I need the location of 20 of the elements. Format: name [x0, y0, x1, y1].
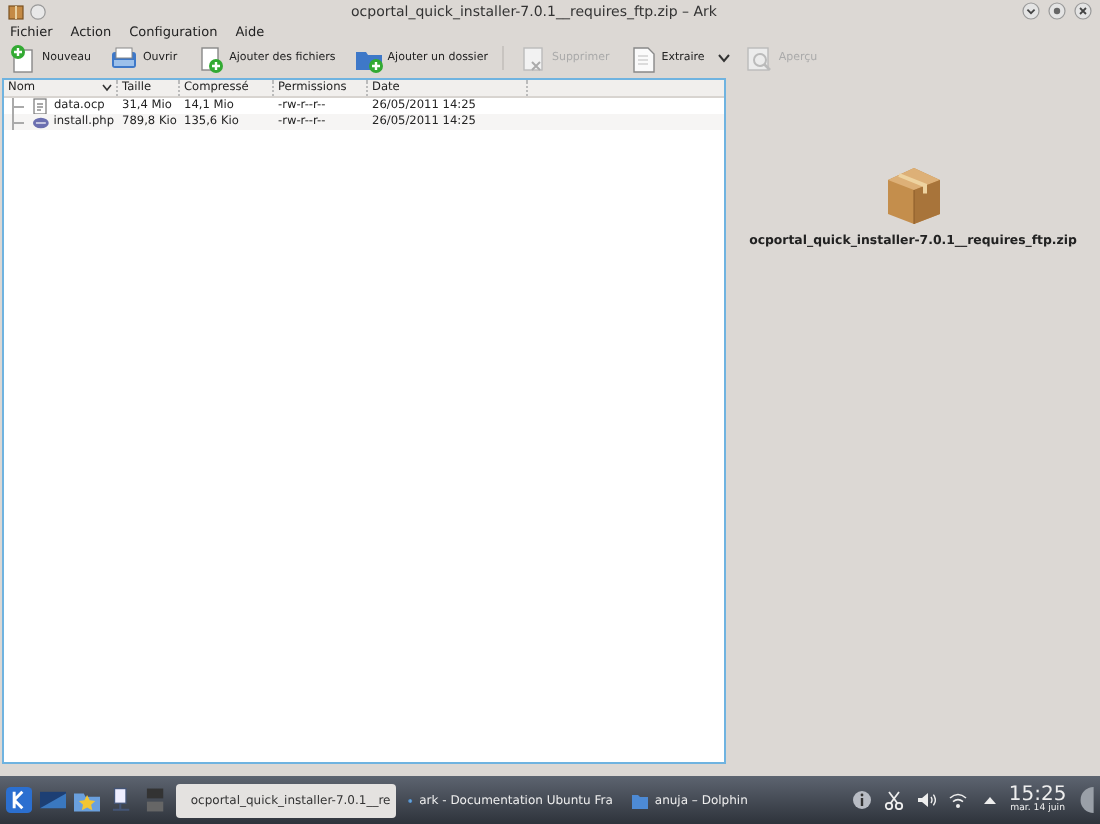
new-document-icon	[8, 43, 38, 73]
folder-icon	[632, 791, 649, 809]
minimize-icon[interactable]	[1022, 2, 1040, 20]
info-icon[interactable]	[852, 790, 873, 810]
document-icon	[627, 43, 658, 73]
network-icon[interactable]	[108, 784, 135, 816]
printer-icon	[108, 43, 139, 73]
document-cross-icon	[517, 43, 548, 73]
php-file-icon	[31, 113, 50, 131]
maximize-icon[interactable]	[1048, 2, 1066, 20]
magnifier-icon	[744, 43, 775, 73]
close-icon[interactable]	[1074, 2, 1092, 20]
document-plus-icon	[195, 43, 226, 73]
dropdown-caret-icon[interactable]	[718, 52, 731, 64]
scissors-icon[interactable]	[884, 790, 905, 810]
kde-logo-icon[interactable]	[6, 784, 33, 816]
wifi-icon[interactable]	[948, 790, 969, 810]
speaker-icon[interactable]	[916, 790, 937, 810]
sort-caret-icon	[102, 84, 112, 92]
app-icon	[8, 3, 24, 19]
